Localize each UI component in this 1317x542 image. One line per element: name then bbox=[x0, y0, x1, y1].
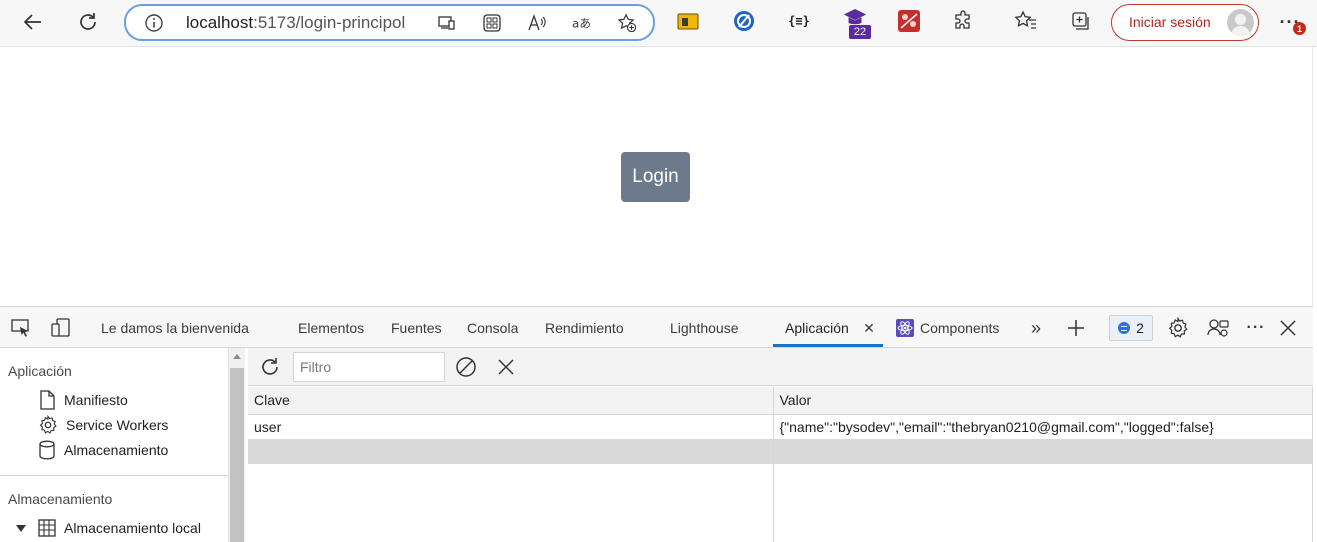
tab-components[interactable]: Components bbox=[920, 320, 999, 336]
tab-application[interactable]: Aplicación bbox=[785, 320, 849, 336]
issues-count: 2 bbox=[1136, 320, 1144, 336]
sidebar-divider bbox=[0, 475, 228, 476]
column-divider bbox=[773, 464, 774, 542]
sign-in-label: Iniciar sesión bbox=[1129, 14, 1211, 30]
json-extension-icon[interactable]: {≡} bbox=[787, 9, 811, 33]
filter-toolbar bbox=[248, 348, 1313, 386]
refresh-icon[interactable] bbox=[72, 6, 104, 38]
device-emulation-icon[interactable] bbox=[50, 317, 72, 339]
url-host: localhost bbox=[186, 13, 254, 32]
favorite-add-icon[interactable] bbox=[617, 13, 637, 33]
column-header-key[interactable]: Clave bbox=[248, 387, 774, 415]
tab-welcome[interactable]: Le damos la bienvenida bbox=[101, 320, 249, 336]
add-tab-icon[interactable] bbox=[1065, 317, 1087, 339]
inspect-icon[interactable] bbox=[10, 317, 32, 339]
devtools-tabbar: Le damos la bienvenida Elementos Fuentes… bbox=[0, 306, 1313, 348]
devtools-more-icon[interactable]: ··· bbox=[1245, 317, 1267, 339]
issues-counter[interactable]: 2 bbox=[1109, 315, 1153, 341]
active-tab-indicator bbox=[773, 344, 883, 347]
cell-value[interactable]: {"name":"bysodev","email":"thebryan0210@… bbox=[773, 414, 1313, 439]
circle-extension-icon[interactable] bbox=[732, 9, 756, 33]
url-text[interactable]: localhost:5173/login-principol bbox=[186, 13, 405, 33]
notification-badge: 1 bbox=[1293, 22, 1306, 35]
collections-icon[interactable] bbox=[1069, 9, 1093, 33]
extensions-icon[interactable] bbox=[952, 9, 976, 33]
tab-sources[interactable]: Fuentes bbox=[391, 320, 442, 336]
cell-value-empty[interactable] bbox=[773, 439, 1313, 464]
svg-text:aあ: aあ bbox=[572, 17, 591, 31]
close-tab-icon[interactable]: ✕ bbox=[858, 317, 880, 339]
bug-extension-icon[interactable] bbox=[897, 9, 921, 33]
feedback-icon[interactable] bbox=[1207, 317, 1229, 339]
sidebar-section-application: Aplicación bbox=[8, 363, 72, 379]
back-icon[interactable] bbox=[17, 6, 49, 38]
sidebar-item-service-workers[interactable]: Service Workers bbox=[38, 414, 168, 436]
url-path: :5173/login-principol bbox=[253, 13, 406, 32]
login-button[interactable]: Login bbox=[621, 152, 690, 202]
apps-icon[interactable] bbox=[482, 13, 502, 33]
tab-performance[interactable]: Rendimiento bbox=[545, 320, 624, 336]
filter-input[interactable] bbox=[293, 352, 445, 382]
close-devtools-icon[interactable] bbox=[1277, 317, 1299, 339]
gear-icon[interactable] bbox=[1167, 317, 1189, 339]
translate-icon[interactable]: aあ bbox=[572, 13, 592, 33]
sidebar-section-storage: Almacenamiento bbox=[8, 491, 113, 507]
tab-elements[interactable]: Elementos bbox=[298, 320, 364, 336]
read-aloud-icon[interactable] bbox=[527, 13, 547, 33]
sidebar-item-manifest[interactable]: Manifiesto bbox=[38, 389, 128, 411]
more-tabs-icon[interactable]: » bbox=[1025, 317, 1047, 339]
gear-icon bbox=[39, 415, 57, 434]
refresh-icon[interactable] bbox=[259, 356, 281, 378]
sidebar-item-label: Almacenamiento bbox=[64, 442, 169, 458]
panel-border bbox=[1312, 387, 1313, 542]
delete-selected-icon[interactable] bbox=[495, 356, 517, 378]
issues-icon bbox=[1118, 322, 1131, 334]
address-bar[interactable]: localhost:5173/login-principol aあ bbox=[124, 4, 655, 41]
storage-table: Clave Valor user {"name":"bysodev","emai… bbox=[248, 387, 1313, 464]
clear-all-icon[interactable] bbox=[455, 356, 477, 378]
sign-in-button[interactable]: Iniciar sesión bbox=[1111, 4, 1259, 41]
sidebar-item-label: Manifiesto bbox=[64, 392, 128, 408]
file-icon bbox=[40, 390, 55, 410]
table-header-row: Clave Valor bbox=[248, 387, 1313, 415]
sidebar-item-label: Service Workers bbox=[66, 417, 169, 433]
app-available-icon[interactable] bbox=[437, 13, 457, 33]
avatar bbox=[1227, 9, 1254, 36]
table-icon bbox=[38, 519, 56, 537]
react-icon bbox=[894, 317, 916, 339]
sidebar-item-storage[interactable]: Almacenamiento bbox=[38, 439, 168, 461]
column-header-value[interactable]: Valor bbox=[773, 387, 1313, 415]
cell-key[interactable]: user bbox=[248, 414, 774, 439]
folder-extension-icon[interactable] bbox=[676, 9, 700, 33]
tab-lighthouse[interactable]: Lighthouse bbox=[670, 320, 739, 336]
application-sidebar: Aplicación Manifiesto Service Workers Al… bbox=[0, 348, 228, 542]
database-icon bbox=[39, 440, 55, 460]
info-icon[interactable] bbox=[144, 13, 164, 38]
extension-badge: 22 bbox=[849, 25, 871, 39]
storage-panel: Clave Valor user {"name":"bysodev","emai… bbox=[248, 348, 1313, 542]
scroll-up-icon[interactable] bbox=[233, 354, 241, 359]
sidebar-item-label: Almacenamiento local bbox=[64, 520, 201, 536]
sidebar-item-local-storage[interactable]: Almacenamiento local bbox=[16, 517, 201, 539]
table-row[interactable]: user {"name":"bysodev","email":"thebryan… bbox=[248, 414, 1313, 439]
table-row-empty[interactable] bbox=[248, 439, 1313, 464]
browser-toolbar: localhost:5173/login-principol aあ {≡} 22 bbox=[0, 0, 1317, 47]
sidebar-scrollbar[interactable] bbox=[228, 348, 245, 542]
tab-console[interactable]: Consola bbox=[467, 320, 518, 336]
scrollbar-thumb[interactable] bbox=[230, 368, 244, 542]
favorites-icon[interactable] bbox=[1014, 9, 1038, 33]
triangle-down-icon[interactable] bbox=[16, 524, 26, 532]
cell-key-empty[interactable] bbox=[248, 439, 774, 464]
page-viewport: Login bbox=[0, 47, 1313, 306]
